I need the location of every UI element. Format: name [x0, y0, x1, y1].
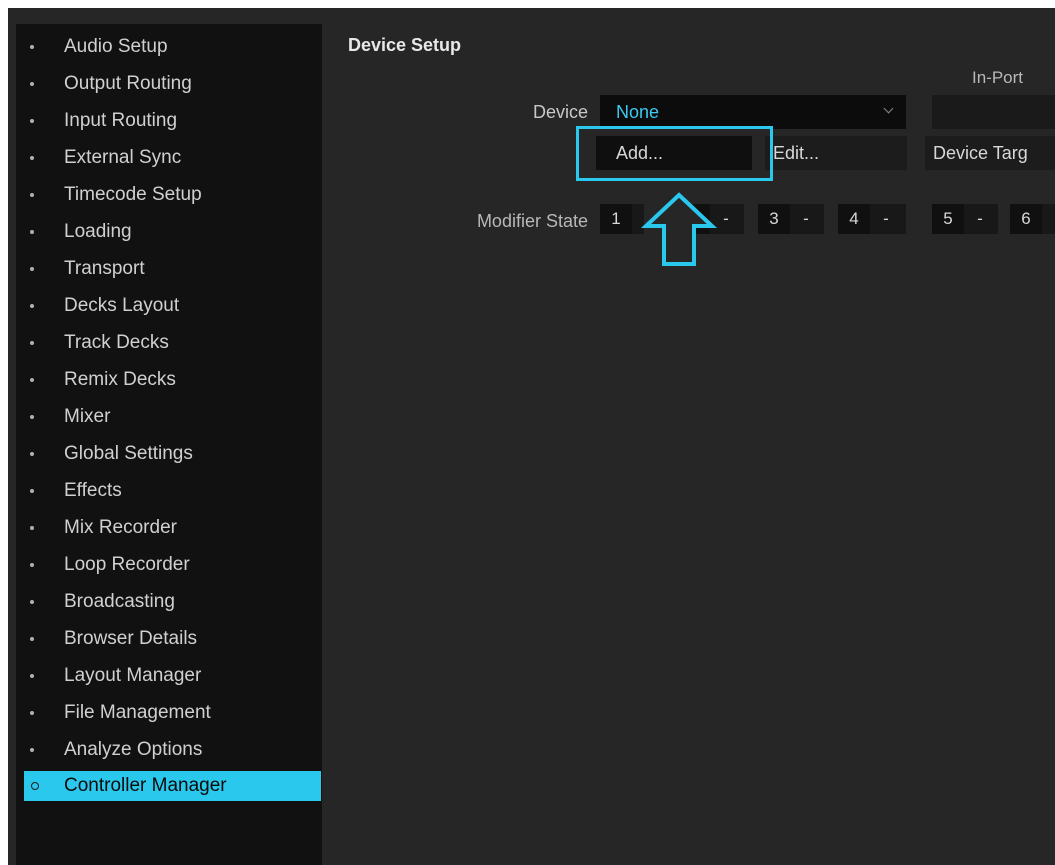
sidebar-item-loading[interactable]: Loading: [16, 217, 322, 247]
sidebar-item-transport[interactable]: Transport: [16, 254, 322, 284]
bullet-icon: [30, 304, 34, 308]
sidebar-item-decks-layout[interactable]: Decks Layout: [16, 291, 322, 321]
device-target-button[interactable]: Device Targ: [925, 136, 1055, 170]
page-title: Device Setup: [348, 35, 462, 55]
sidebar-item-label: Broadcasting: [64, 591, 175, 612]
sidebar-item-label: Mix Recorder: [64, 517, 177, 538]
bullet-icon: [30, 452, 34, 456]
modifier-value: -: [883, 209, 889, 228]
modifier-number: 6: [1010, 204, 1042, 234]
sidebar-item-label: Output Routing: [64, 73, 192, 94]
bullet-icon: [30, 674, 34, 678]
sidebar-item-external-sync[interactable]: External Sync: [16, 143, 322, 173]
bullet-icon: [30, 563, 34, 567]
sidebar-item-label: Decks Layout: [64, 295, 180, 316]
sidebar-item-broadcasting[interactable]: Broadcasting: [16, 587, 322, 617]
sidebar-item-label: Audio Setup: [64, 36, 168, 57]
bullet-icon: [30, 267, 34, 271]
bullet-icon: [30, 489, 34, 493]
in-port-dropdown[interactable]: [932, 95, 1055, 129]
sidebar-item-label: Global Settings: [64, 443, 193, 464]
modifier-4[interactable]: 4 -: [838, 204, 906, 234]
sidebar-item-global-settings[interactable]: Global Settings: [16, 439, 322, 469]
up-arrow-icon: [640, 192, 718, 266]
bullet-icon: [30, 415, 34, 419]
sidebar-item-label: Timecode Setup: [64, 184, 202, 205]
sidebar-item-label: Mixer: [64, 406, 111, 427]
sidebar-item-label: Input Routing: [64, 110, 178, 131]
bullet-icon: [30, 45, 34, 49]
sidebar-item-label: Remix Decks: [64, 369, 176, 390]
radio-selected-icon: [31, 782, 39, 790]
modifier-number: 3: [758, 204, 790, 234]
sidebar-item-label: Loading: [64, 221, 132, 242]
chevron-down-icon: [883, 103, 894, 114]
sidebar-item-input-routing[interactable]: Input Routing: [16, 106, 322, 136]
edit-device-button[interactable]: Edit...: [765, 136, 907, 170]
sidebar-item-label: External Sync: [64, 147, 182, 168]
sidebar-item-controller-manager[interactable]: Controller Manager: [24, 771, 321, 801]
bullet-icon: [30, 82, 34, 86]
bullet-icon: [30, 193, 34, 197]
sidebar-item-label: Layout Manager: [64, 665, 202, 686]
device-label: Device: [532, 102, 588, 122]
modifier-value: -: [977, 209, 983, 228]
sidebar-item-timecode-setup[interactable]: Timecode Setup: [16, 180, 322, 210]
modifier-3[interactable]: 3 -: [758, 204, 824, 234]
modifier-number: 5: [932, 204, 964, 234]
bullet-icon: [30, 378, 34, 382]
sidebar-item-remix-decks[interactable]: Remix Decks: [16, 365, 322, 395]
sidebar-item-mixer[interactable]: Mixer: [16, 402, 322, 432]
bullet-icon: [30, 711, 34, 715]
device-dropdown[interactable]: None: [600, 95, 906, 129]
add-button-highlight-box: [576, 126, 773, 181]
sidebar-item-label: Browser Details: [64, 628, 198, 649]
sidebar-item-label: Loop Recorder: [64, 554, 190, 575]
device-dropdown-value: None: [616, 102, 660, 122]
sidebar-item-audio-setup[interactable]: Audio Setup: [16, 32, 322, 62]
bullet-icon: [30, 526, 34, 530]
bullet-icon: [30, 230, 34, 234]
sidebar-item-label: Analyze Options: [64, 739, 203, 760]
bullet-icon: [30, 341, 34, 345]
sidebar-item-mix-recorder[interactable]: Mix Recorder: [16, 513, 322, 543]
sidebar-item-loop-recorder[interactable]: Loop Recorder: [16, 550, 322, 580]
bullet-icon: [30, 119, 34, 123]
sidebar-item-label: Track Decks: [64, 332, 169, 353]
sidebar-item-layout-manager[interactable]: Layout Manager: [16, 661, 322, 691]
modifier-state-label: Modifier State: [476, 211, 588, 231]
sidebar-item-analyze-options[interactable]: Analyze Options: [16, 735, 322, 765]
bullet-icon: [30, 748, 34, 752]
modifier-number: 4: [838, 204, 870, 234]
sidebar-item-browser-details[interactable]: Browser Details: [16, 624, 322, 654]
sidebar-item-output-routing[interactable]: Output Routing: [16, 69, 322, 99]
sidebar-item-label: Controller Manager: [64, 775, 227, 796]
sidebar-item-file-management[interactable]: File Management: [16, 698, 322, 728]
in-port-label: In-Port: [972, 68, 1024, 87]
sidebar-item-label: File Management: [64, 702, 211, 723]
bullet-icon: [30, 600, 34, 604]
sidebar-item-track-decks[interactable]: Track Decks: [16, 328, 322, 358]
modifier-5[interactable]: 5 -: [932, 204, 998, 234]
bullet-icon: [30, 637, 34, 641]
sidebar-item-effects[interactable]: Effects: [16, 476, 322, 506]
modifier-6[interactable]: 6: [1010, 204, 1055, 234]
sidebar-item-label: Transport: [64, 258, 145, 279]
sidebar-item-label: Effects: [64, 480, 122, 501]
modifier-value: -: [803, 209, 809, 228]
bullet-icon: [30, 156, 34, 160]
